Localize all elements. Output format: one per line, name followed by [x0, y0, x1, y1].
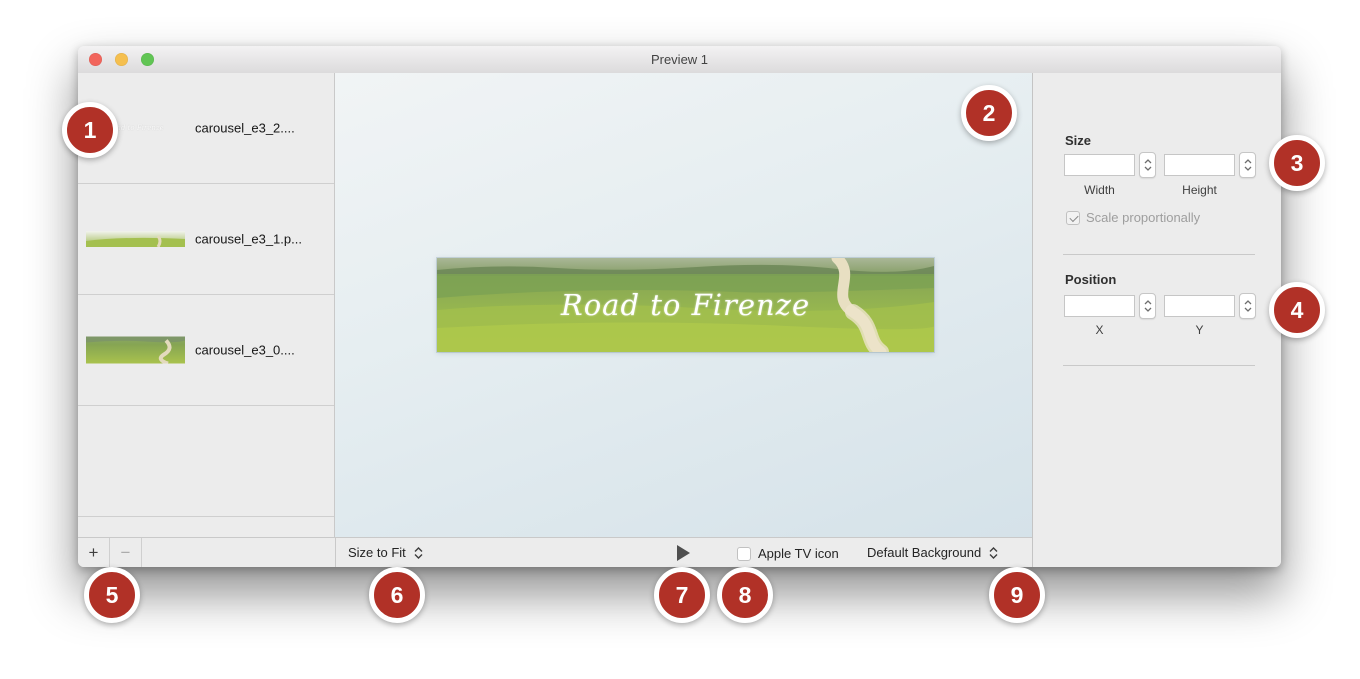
width-stepper[interactable] [1139, 152, 1156, 178]
layer-thumbnail-photo [86, 337, 185, 364]
close-button[interactable] [89, 53, 102, 66]
width-label: Width [1064, 183, 1135, 197]
window-title: Preview 1 [78, 46, 1281, 73]
preview-window: Preview 1 Road to Firenze carousel_e3_2.… [78, 46, 1281, 567]
position-y-stepper[interactable] [1239, 293, 1256, 319]
annotation-badge-2: 2 [961, 85, 1017, 141]
toolbar-divider [335, 538, 336, 567]
height-label: Height [1164, 183, 1235, 197]
inspector-panel: Size Width Height Scale proportionally P… [1032, 73, 1281, 567]
zoom-mode-select[interactable]: Size to Fit [348, 538, 423, 567]
size-heading: Size [1065, 133, 1091, 148]
appletv-icon-option[interactable]: Apple TV icon [737, 546, 839, 561]
annotation-badge-9: 9 [989, 567, 1045, 623]
check-icon [1069, 212, 1078, 221]
annotation-badge-1: 1 [62, 102, 118, 158]
chevron-down-icon [1244, 307, 1252, 312]
up-down-chevrons-icon [414, 547, 423, 559]
play-button[interactable] [677, 545, 690, 561]
scale-proportionally-label: Scale proportionally [1086, 210, 1200, 225]
preview-canvas[interactable]: Road to Firenze [335, 73, 1032, 537]
zoom-button[interactable] [141, 53, 154, 66]
position-y-input[interactable] [1164, 295, 1235, 317]
banner-title-text-layer: Road to Firenze [437, 258, 934, 352]
chevron-down-icon [1144, 166, 1152, 171]
layer-filename: carousel_e3_1.p... [195, 232, 302, 247]
position-x-stepper[interactable] [1139, 293, 1156, 319]
zoom-mode-value: Size to Fit [348, 545, 406, 560]
list-empty-row [78, 406, 334, 517]
inspector-divider [1063, 365, 1255, 366]
annotation-badge-3: 3 [1269, 135, 1325, 191]
up-down-chevrons-icon [989, 547, 998, 559]
annotation-badge-6: 6 [369, 567, 425, 623]
layer-filename: carousel_e3_2.... [195, 121, 295, 136]
appletv-icon-checkbox[interactable] [737, 547, 751, 561]
background-mode-select[interactable]: Default Background [867, 538, 998, 567]
inspector-divider [1063, 254, 1255, 255]
list-item-midground-layer[interactable]: carousel_e3_1.p... [78, 184, 334, 295]
parallax-image-layer[interactable]: Road to Firenze [437, 258, 934, 352]
appletv-icon-label: Apple TV icon [758, 546, 839, 561]
remove-layer-button[interactable]: − [110, 538, 142, 567]
annotation-badge-8: 8 [717, 567, 773, 623]
bottom-toolbar: + − Size to Fit Apple TV icon Default Ba… [78, 537, 1032, 567]
chevron-down-icon [1144, 307, 1152, 312]
minimize-button[interactable] [115, 53, 128, 66]
width-input[interactable] [1064, 154, 1135, 176]
add-layer-button[interactable]: + [78, 538, 110, 567]
scale-proportionally-row: Scale proportionally [1066, 210, 1200, 225]
scale-proportionally-checkbox [1066, 211, 1080, 225]
position-heading: Position [1065, 272, 1116, 287]
chevron-up-icon [1244, 300, 1252, 305]
chevron-up-icon [1144, 300, 1152, 305]
position-x-input[interactable] [1064, 295, 1135, 317]
chevron-up-icon [1144, 159, 1152, 164]
height-input[interactable] [1164, 154, 1235, 176]
annotation-badge-4: 4 [1269, 282, 1325, 338]
layer-list: Road to Firenze carousel_e3_2.... carous… [78, 73, 335, 537]
layer-filename: carousel_e3_0.... [195, 343, 295, 358]
position-y-label: Y [1164, 323, 1235, 337]
traffic-lights [89, 53, 154, 66]
height-stepper[interactable] [1239, 152, 1256, 178]
layer-thumbnail-strip [86, 231, 185, 247]
title-bar[interactable]: Preview 1 [78, 46, 1281, 74]
chevron-down-icon [1244, 166, 1252, 171]
background-mode-value: Default Background [867, 545, 981, 560]
chevron-up-icon [1244, 159, 1252, 164]
annotation-badge-5: 5 [84, 567, 140, 623]
list-item-background-layer[interactable]: carousel_e3_0.... [78, 295, 334, 406]
position-x-label: X [1064, 323, 1135, 337]
annotation-badge-7: 7 [654, 567, 710, 623]
